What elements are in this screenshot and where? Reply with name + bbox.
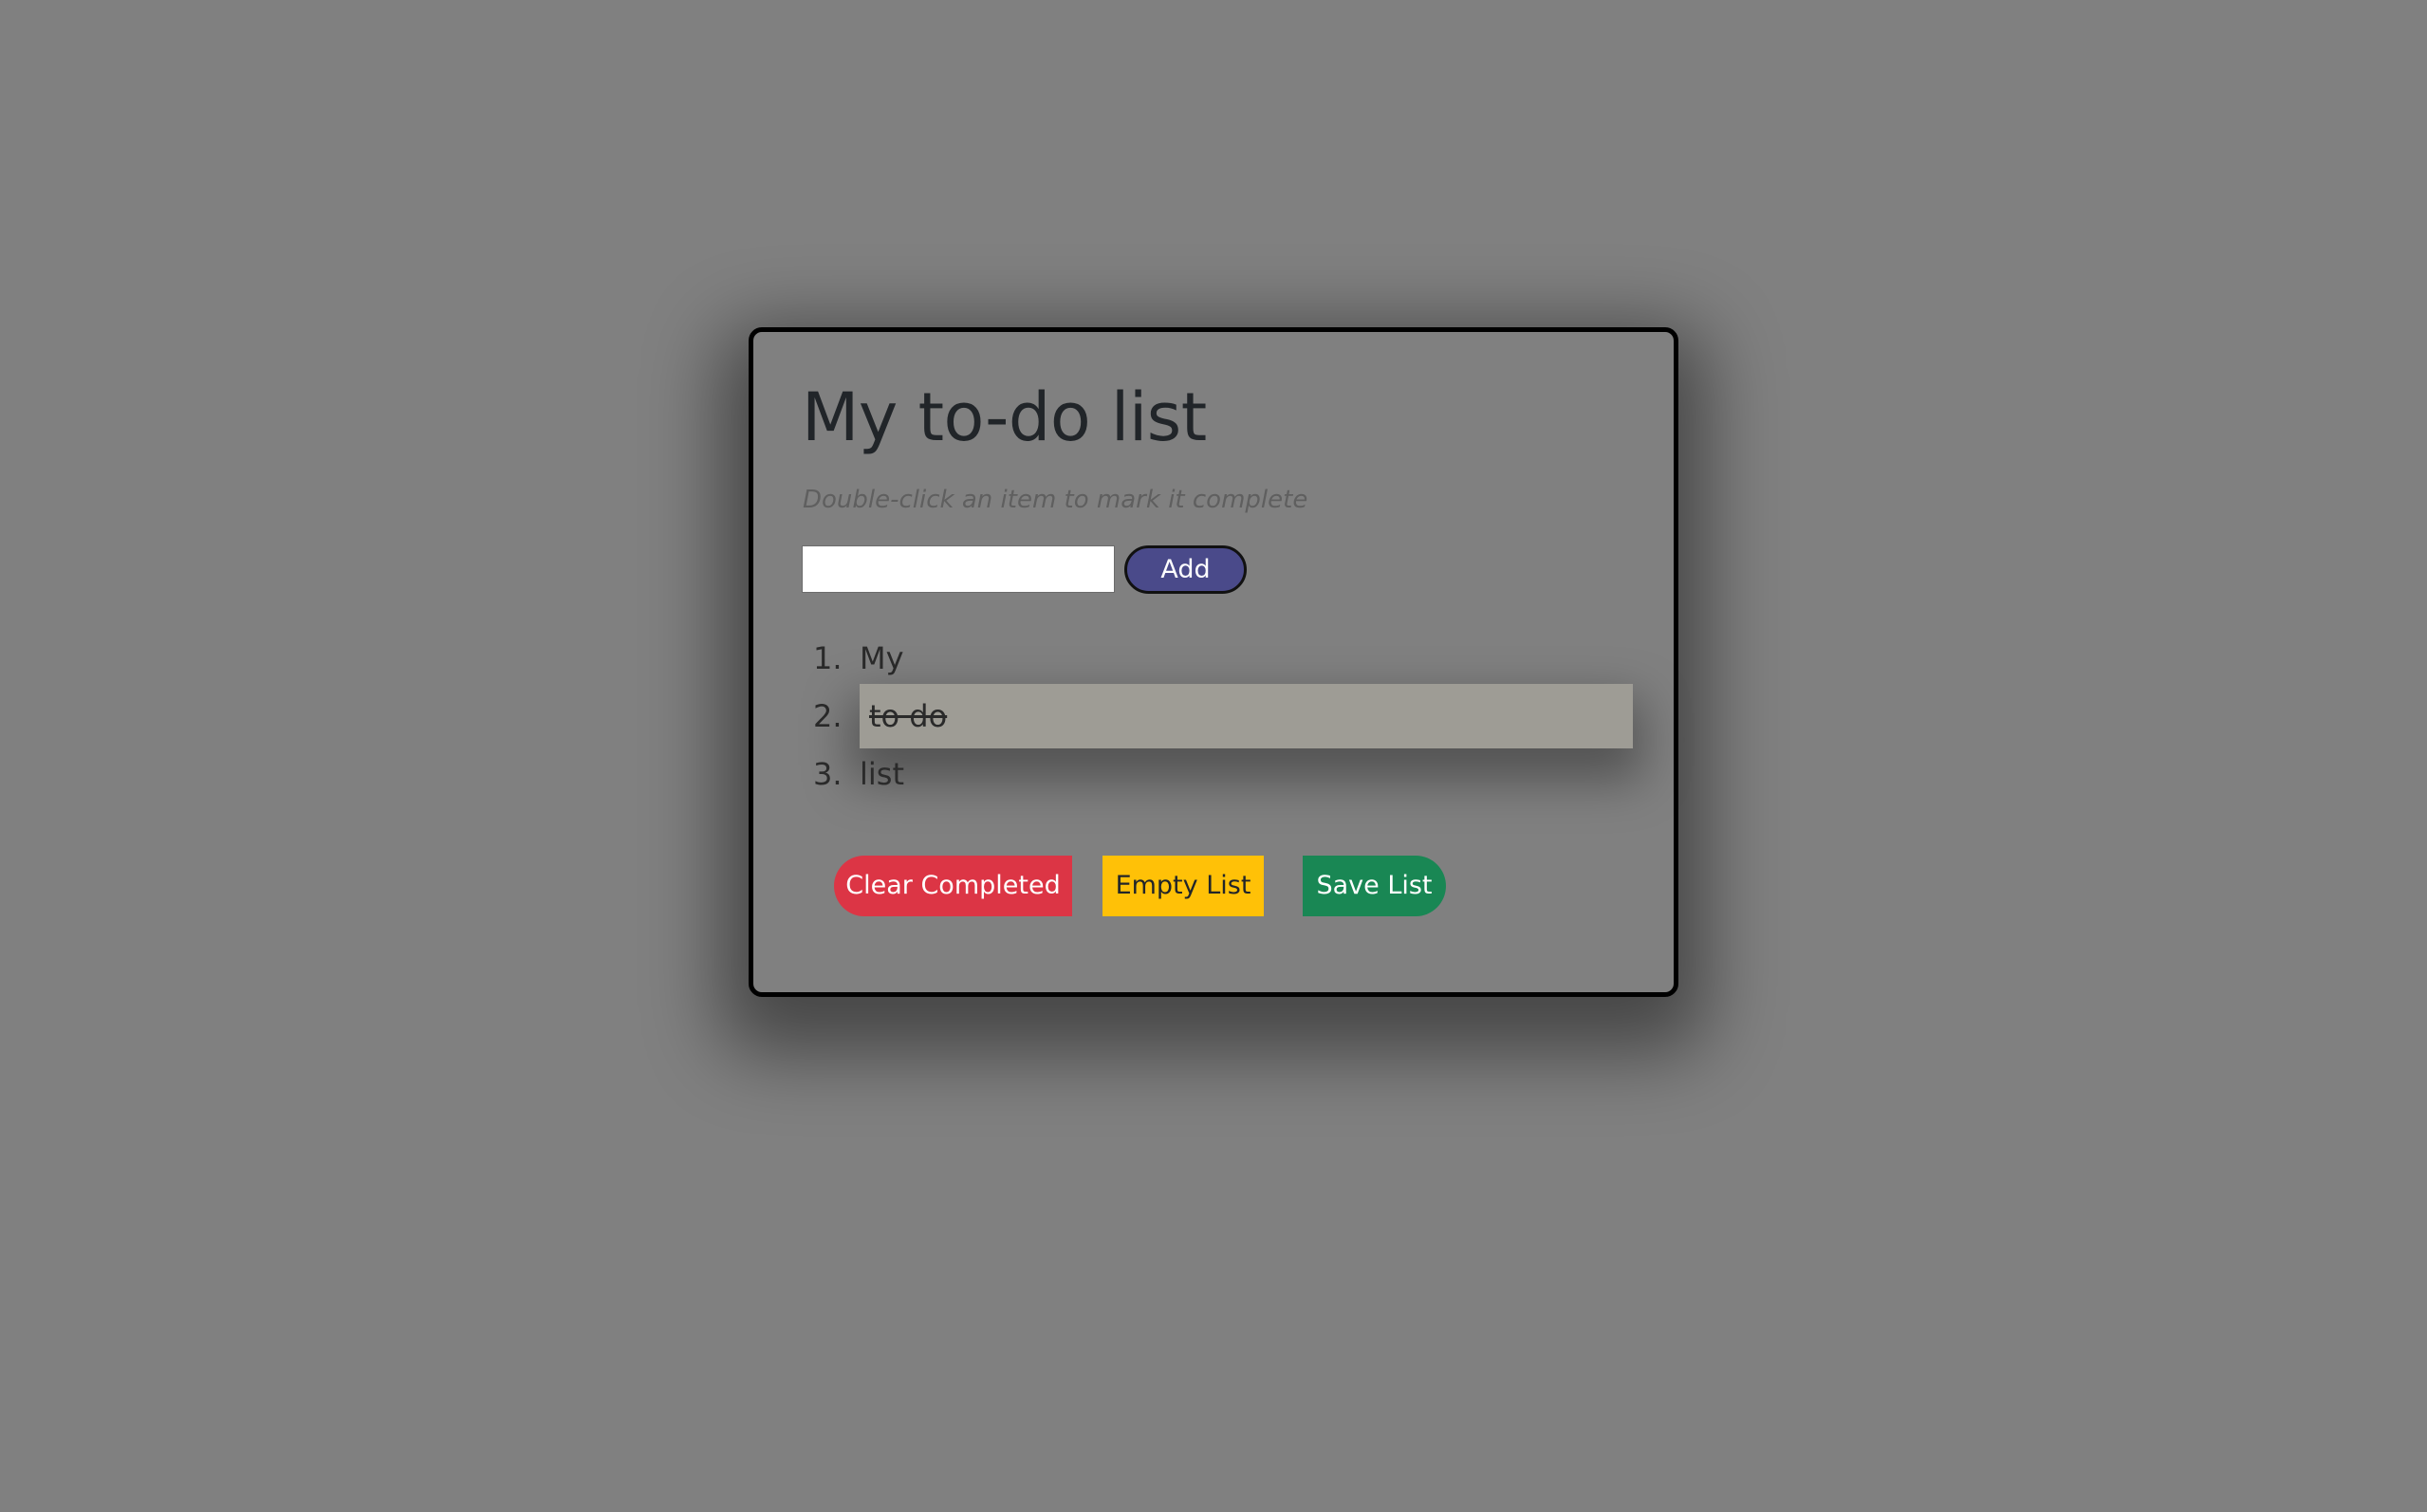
clear-completed-button[interactable]: Clear Completed xyxy=(834,856,1072,916)
list-item-number: 2. xyxy=(813,698,843,734)
page-title: My to-do list xyxy=(802,378,1207,456)
empty-list-button[interactable]: Empty List xyxy=(1102,856,1264,916)
list-item: 3. list xyxy=(753,742,1674,806)
save-list-button[interactable]: Save List xyxy=(1303,856,1446,916)
instructions-text: Double-click an item to mark it complete xyxy=(803,486,1308,514)
list-item-text[interactable]: to do xyxy=(860,684,1633,748)
todo-entry-input[interactable] xyxy=(802,545,1115,593)
list-item-text[interactable]: My xyxy=(860,626,1633,691)
list-item-completed: 2. to do xyxy=(753,684,1674,748)
add-button[interactable]: Add xyxy=(1124,545,1247,594)
list-item-number: 3. xyxy=(813,756,843,792)
list-item-number: 1. xyxy=(813,640,843,676)
list-item-text[interactable]: list xyxy=(860,742,1633,806)
list-item: 1. My xyxy=(753,626,1674,691)
todo-card: My to-do list Double-click an item to ma… xyxy=(749,327,1678,997)
